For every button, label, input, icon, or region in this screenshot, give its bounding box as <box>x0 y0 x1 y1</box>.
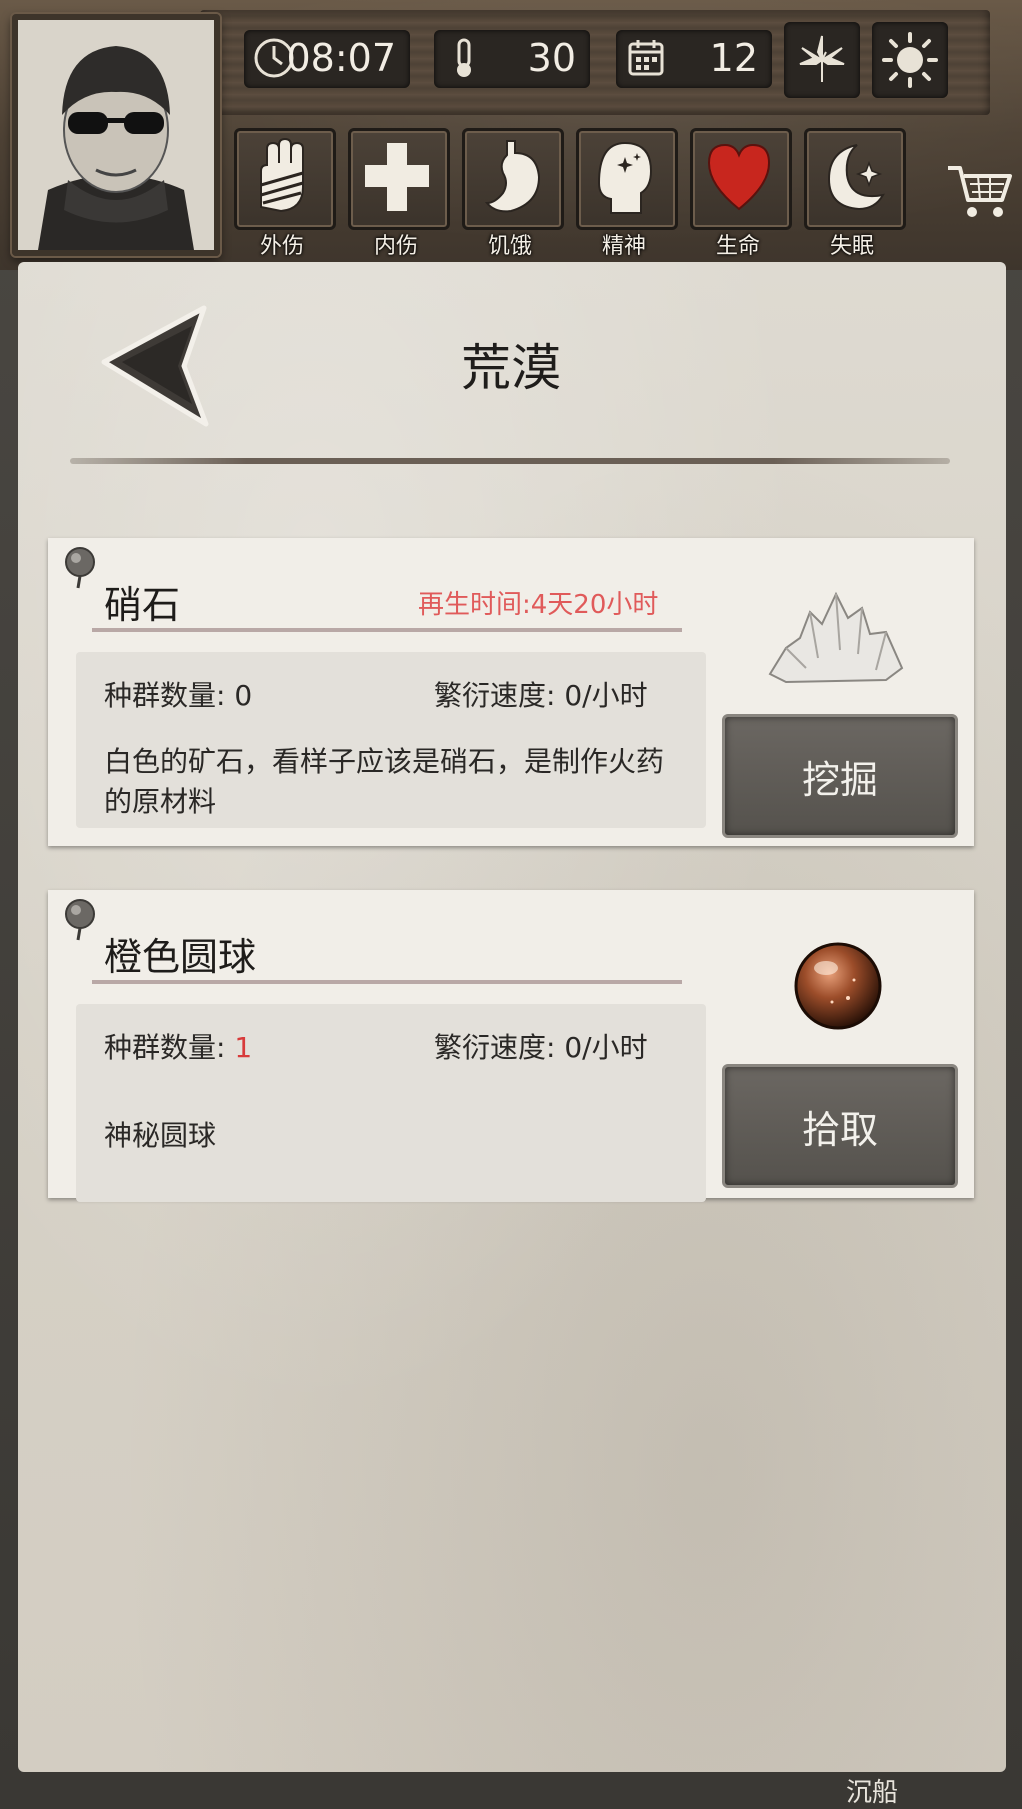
resource-card-saltpeter: 硝石 再生时间:4天20小时 种群数量: 0 繁衍速度: 0/小时 白色的矿石，… <box>48 538 974 846</box>
stat-internal-label: 内伤 <box>373 234 418 259</box>
day-display: 12 <box>616 30 772 88</box>
temperature-display: 30 <box>434 30 590 88</box>
regen-time: 再生时间:4天20小时 <box>418 590 659 620</box>
stat-internal-button[interactable] <box>348 128 450 230</box>
population-value: 1 <box>234 1031 253 1064</box>
stomach-icon <box>484 140 541 213</box>
population-label: 种群数量: <box>104 679 235 712</box>
time-value: 08:07 <box>286 36 396 80</box>
dig-button[interactable]: 挖掘 <box>722 714 958 838</box>
resource-description: 神秘圆球 <box>104 1119 217 1152</box>
season-leaf-button[interactable] <box>784 22 860 98</box>
stat-trauma-label: 外伤 <box>259 234 304 259</box>
resource-info: 种群数量: 1 繁衍速度: 0/小时 神秘圆球 <box>76 1004 706 1202</box>
name-divider <box>92 628 682 632</box>
temperature-value: 30 <box>527 36 576 80</box>
pin-icon <box>65 899 95 941</box>
character-portrait <box>18 20 214 250</box>
reproduction-rate: 繁衍速度: 0/小时 <box>434 1031 648 1064</box>
shop-cart-button[interactable] <box>944 160 1014 228</box>
bandaged-hand-icon <box>260 137 304 213</box>
saltpeter-crystal-icon <box>768 591 904 684</box>
time-display: 08:07 <box>244 30 410 88</box>
leaf-icon <box>799 35 845 82</box>
reproduction-rate: 繁衍速度: 0/小时 <box>434 679 648 712</box>
stat-hunger-button[interactable] <box>462 128 564 230</box>
population: 种群数量: 1 <box>104 1026 252 1066</box>
resource-description: 白色的矿石，看样子应该是硝石，是制作火药的原材料 <box>104 745 665 818</box>
calendar-icon <box>628 40 664 76</box>
population-value: 0 <box>234 679 253 712</box>
footer-location-label: 沉船 <box>846 1778 899 1808</box>
population: 种群数量: 0 <box>104 674 252 714</box>
page-title: 荒漠 <box>461 339 561 397</box>
pick-up-button[interactable]: 拾取 <box>722 1064 958 1188</box>
stat-trauma-button[interactable] <box>234 128 336 230</box>
resource-card-orange-orb: 橙色圆球 种群数量: 1 繁衍速度: 0/小时 神秘圆球 拾取 <box>48 890 974 1202</box>
stat-hunger-label: 饥饿 <box>487 234 532 259</box>
sun-icon <box>882 32 938 88</box>
stat-life-button[interactable] <box>690 128 792 230</box>
orange-orb-icon <box>794 942 882 1030</box>
thermometer-icon <box>457 38 471 77</box>
resource-name: 橙色圆球 <box>104 935 257 979</box>
stat-life-label: 生命 <box>715 234 760 259</box>
name-divider <box>92 980 682 984</box>
head-icon <box>597 141 653 214</box>
cross-icon <box>365 143 429 211</box>
stat-spirit-label: 精神 <box>601 234 646 259</box>
resource-name: 硝石 <box>104 583 181 627</box>
stat-spirit-button[interactable] <box>576 128 678 230</box>
top-bar: 08:07 30 12 外伤 内伤 饥饿 精神 生命 失眠 <box>0 0 1022 270</box>
day-value: 12 <box>709 36 758 80</box>
population-label: 种群数量: <box>104 1031 235 1064</box>
title-divider <box>70 458 950 464</box>
stat-insomnia-label: 失眠 <box>829 234 874 259</box>
moon-icon <box>827 144 885 211</box>
heart-icon <box>707 143 771 211</box>
shopping-cart-icon <box>948 166 1012 217</box>
avatar[interactable] <box>12 14 220 256</box>
stat-insomnia-button[interactable] <box>804 128 906 230</box>
resource-info: 种群数量: 0 繁衍速度: 0/小时 白色的矿石，看样子应该是硝石，是制作火药的… <box>76 652 706 828</box>
pin-icon <box>65 547 95 589</box>
weather-sun-button[interactable] <box>872 22 948 98</box>
